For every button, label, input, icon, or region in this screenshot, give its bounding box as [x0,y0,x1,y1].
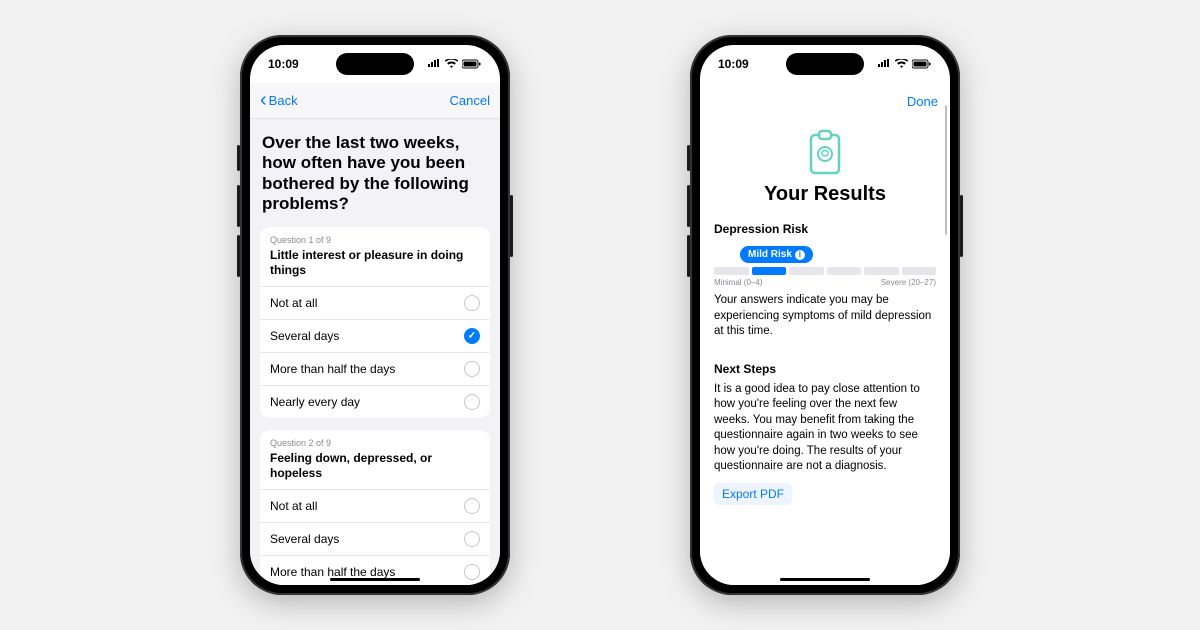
nav-bar: Back Cancel [250,83,500,119]
option-more-than-half[interactable]: More than half the days [260,352,490,385]
status-icons [427,59,482,69]
done-button[interactable]: Done [907,94,938,109]
option-not-at-all[interactable]: Not at all [260,489,490,522]
questionnaire-heading: Over the last two weeks, how often have … [262,133,488,215]
export-pdf-button[interactable]: Export PDF [714,483,792,505]
question-counter: Question 2 of 9 [270,438,480,448]
back-button[interactable]: Back [260,93,298,108]
risk-scale [714,267,936,275]
phone-mockup-results: 10:09 Done Your Results Depression Risk … [690,35,960,595]
question-counter: Question 1 of 9 [270,235,480,245]
nav-bar: Done [700,83,950,119]
radio-icon [464,498,480,514]
scale-segment [902,267,937,275]
cancel-button[interactable]: Cancel [450,93,490,108]
depression-risk-label: Depression Risk [714,222,936,236]
option-not-at-all[interactable]: Not at all [260,286,490,319]
scale-segment [827,267,862,275]
scrollbar[interactable] [945,105,948,235]
question-card-1: Question 1 of 9 Little interest or pleas… [260,227,490,418]
next-steps-label: Next Steps [714,362,936,376]
home-indicator[interactable] [330,578,420,582]
radio-icon [464,361,480,377]
radio-icon [464,531,480,547]
radio-icon [464,394,480,410]
option-nearly-every-day[interactable]: Nearly every day [260,385,490,418]
scale-segment-active [752,267,787,275]
option-several-days[interactable]: Several days [260,522,490,555]
question-text: Little interest or pleasure in doing thi… [270,248,480,278]
scale-segment [789,267,824,275]
phone-mockup-questionnaire: 10:09 Back Cancel Over the last two week… [240,35,510,595]
option-several-days[interactable]: Several days [260,319,490,352]
status-icons [877,59,932,69]
risk-level-pill[interactable]: Mild Risk i [740,246,813,263]
radio-icon [464,564,480,580]
status-time: 10:09 [718,57,749,71]
question-text: Feeling down, depressed, or hopeless [270,451,480,481]
dynamic-island [336,53,414,75]
question-card-2: Question 2 of 9 Feeling down, depressed,… [260,430,490,585]
results-content: Your Results Depression Risk Mild Risk i… [700,119,950,585]
clipboard-brain-icon [805,127,845,177]
scale-min-label: Minimal (0–4) [714,278,762,287]
results-title: Your Results [714,183,936,206]
next-steps-body: It is a good idea to pay close attention… [714,382,936,475]
home-indicator[interactable] [780,578,870,582]
risk-summary-text: Your answers indicate you may be experie… [714,293,936,340]
radio-icon [464,295,480,311]
status-time: 10:09 [268,57,299,71]
scale-max-label: Severe (20–27) [881,278,936,287]
dynamic-island [786,53,864,75]
scale-segment [864,267,899,275]
info-icon: i [795,250,805,260]
scale-labels: Minimal (0–4) Severe (20–27) [714,278,936,287]
radio-checked-icon [464,328,480,344]
scale-segment [714,267,749,275]
questionnaire-content: Over the last two weeks, how often have … [250,119,500,585]
